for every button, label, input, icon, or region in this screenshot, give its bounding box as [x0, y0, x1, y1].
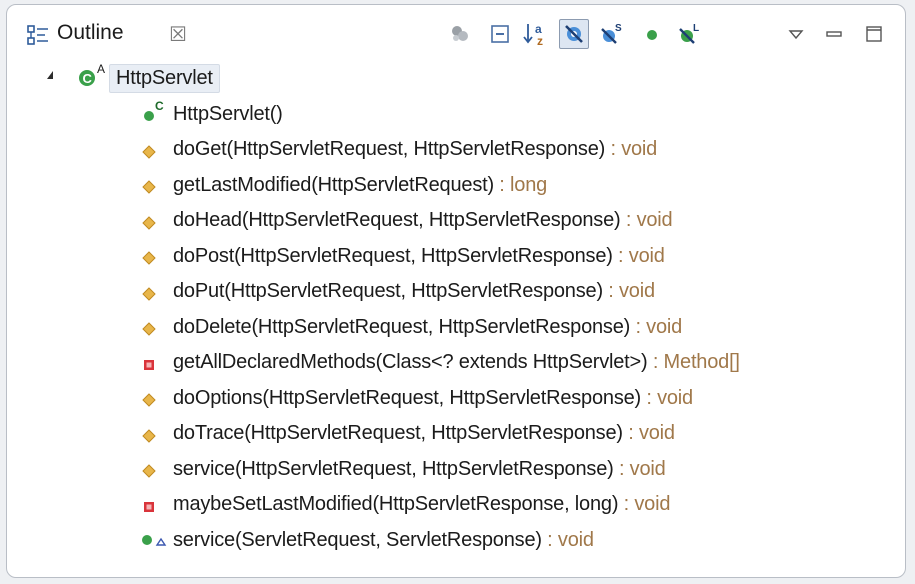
tree-member-row[interactable]: doDelete(HttpServletRequest, HttpServlet… [137, 310, 682, 344]
protected-method-icon [137, 204, 173, 238]
expand-collapse-toggle[interactable] [47, 71, 53, 79]
protected-method-icon [137, 275, 173, 309]
outline-view: Outline ☒ a z S L C A HttpServlet C Http… [6, 4, 906, 578]
member-return-type: : void [605, 138, 658, 160]
hide-static-members-icon[interactable]: S [597, 19, 627, 49]
maximize-icon[interactable] [859, 19, 889, 49]
svg-text:S: S [615, 23, 622, 34]
member-signature: doDelete(HttpServletRequest, HttpServlet… [173, 315, 631, 338]
tree-member-row[interactable]: doTrace(HttpServletRequest, HttpServletR… [137, 417, 675, 451]
hide-non-public-members-icon[interactable] [637, 19, 667, 49]
member-signature: doGet(HttpServletRequest, HttpServletRes… [173, 138, 606, 160]
view-menu-icon[interactable] [781, 19, 811, 49]
member-return-type: : void [622, 422, 675, 444]
svg-text:L: L [693, 23, 699, 34]
member-return-type: : void [613, 457, 666, 480]
public-override-method-icon [137, 523, 173, 557]
svg-text:C: C [83, 71, 93, 86]
tree-member-row[interactable]: doHead(HttpServletRequest, HttpServletRe… [137, 204, 673, 238]
outline-view-icon [27, 25, 48, 45]
public-constructor-icon: C [137, 97, 173, 131]
protected-method-icon [137, 381, 173, 415]
abstract-class-icon: C A [73, 61, 109, 95]
member-return-type: : long [493, 173, 548, 196]
protected-method-icon-glyph [142, 180, 156, 194]
tree-member-row[interactable]: doPost(HttpServletRequest, HttpServletRe… [137, 239, 665, 273]
private-method-icon-glyph [144, 359, 154, 370]
member-signature: doPost(HttpServletRequest, HttpServletRe… [173, 244, 613, 267]
member-return-type: : void [630, 315, 683, 338]
member-signature: HttpServlet() [173, 102, 283, 125]
tree-member-row[interactable]: doOptions(HttpServletRequest, HttpServle… [137, 381, 693, 415]
tree-member-row[interactable]: service(ServletRequest, ServletResponse)… [137, 523, 594, 557]
protected-method-icon [137, 168, 173, 202]
protected-method-icon [137, 417, 173, 451]
member-signature: doTrace(HttpServletRequest, HttpServletR… [173, 422, 623, 444]
tree-member-row[interactable]: getLastModified(HttpServletRequest) : lo… [137, 168, 547, 202]
tree-root-class[interactable]: C A HttpServlet [73, 61, 220, 95]
protected-method-icon-glyph [142, 215, 156, 230]
protected-method-icon-glyph [142, 393, 156, 407]
public-override-method-icon-glyph [142, 535, 167, 546]
focus-active-task-icon[interactable] [445, 19, 475, 49]
private-method-icon [137, 346, 173, 380]
protected-method-icon [137, 133, 173, 167]
tree-member-row[interactable]: service(HttpServletRequest, HttpServletR… [137, 452, 666, 486]
tree-member-row[interactable]: doGet(HttpServletRequest, HttpServletRes… [137, 133, 657, 167]
hide-fields-icon[interactable] [559, 19, 589, 49]
private-method-icon-glyph [144, 501, 154, 512]
protected-method-icon-glyph [142, 322, 156, 336]
public-constructor-icon-glyph: C [144, 99, 164, 121]
view-title: Outline [57, 21, 124, 44]
protected-method-icon [137, 452, 173, 486]
private-method-icon [137, 488, 173, 522]
protected-method-icon-glyph [142, 428, 156, 443]
member-return-type: : void [641, 386, 693, 409]
member-signature: doOptions(HttpServletRequest, HttpServle… [173, 386, 642, 409]
member-signature: service(HttpServletRequest, HttpServletR… [173, 457, 614, 480]
tree-member-row[interactable]: C HttpServlet() [137, 97, 283, 131]
svg-text:A: A [97, 62, 105, 76]
member-return-type: : void [602, 280, 655, 302]
protected-method-icon [137, 310, 173, 344]
member-return-type: : void [620, 209, 673, 231]
tree-member-row[interactable]: doPut(HttpServletRequest, HttpServletRes… [137, 275, 655, 309]
hide-local-types-icon[interactable]: L [675, 19, 705, 49]
protected-method-icon [137, 239, 173, 273]
member-return-type: : void [618, 493, 671, 515]
svg-text:z: z [537, 34, 543, 47]
member-signature: getLastModified(HttpServletRequest) [173, 173, 494, 196]
member-return-type: : void [612, 244, 665, 267]
protected-method-icon-glyph [142, 464, 156, 478]
member-return-type: : Method[] [647, 351, 740, 373]
svg-text:C: C [155, 99, 164, 113]
root-class-label: HttpServlet [109, 63, 220, 93]
tree-member-row[interactable]: maybeSetLastModified(HttpServletResponse… [137, 488, 670, 522]
member-return-type: : void [541, 528, 594, 551]
close-view-icon[interactable]: ☒ [169, 22, 187, 46]
minimize-icon[interactable] [819, 19, 849, 49]
member-signature: service(ServletRequest, ServletResponse) [173, 528, 542, 551]
protected-method-icon-glyph [142, 144, 156, 159]
member-signature: doPut(HttpServletRequest, HttpServletRes… [173, 280, 603, 302]
sort-alphabetically-icon[interactable]: a z [521, 19, 551, 49]
member-signature: maybeSetLastModified(HttpServletResponse… [173, 493, 619, 515]
protected-method-icon-glyph [142, 251, 156, 265]
protected-method-icon-glyph [142, 286, 156, 301]
tree-member-row[interactable]: getAllDeclaredMethods(Class<? extends Ht… [137, 346, 740, 380]
collapse-all-icon[interactable] [485, 19, 515, 49]
member-signature: doHead(HttpServletRequest, HttpServletRe… [173, 209, 621, 231]
member-signature: getAllDeclaredMethods(Class<? extends Ht… [173, 351, 648, 373]
